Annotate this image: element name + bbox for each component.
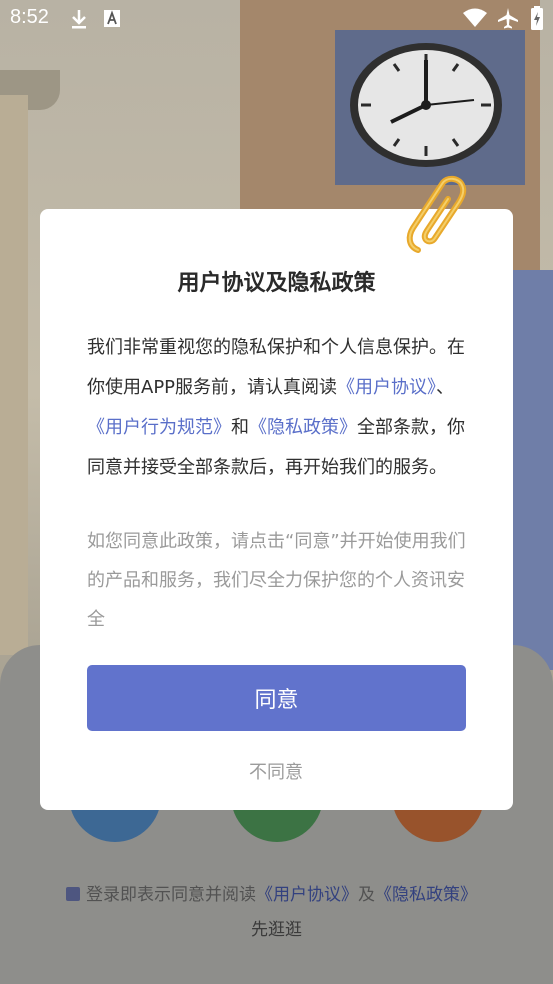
battery-charging-icon — [531, 6, 543, 30]
wifi-icon — [463, 8, 487, 27]
text-a-icon — [104, 10, 120, 27]
browse-button[interactable]: 先逛逛 — [0, 915, 553, 940]
disagree-button[interactable]: 不同意 — [176, 756, 376, 786]
privacy-policy-link[interactable]: 《隐私政策》 — [249, 417, 357, 438]
user-agreement-link[interactable]: 《用户协议》 — [337, 377, 436, 398]
airplane-icon — [498, 8, 518, 29]
agreement-prefix: 登录即表示同意并阅读 — [86, 885, 256, 905]
footer-privacy-link[interactable]: 《隐私政策》 — [375, 885, 477, 905]
screen: 8:52 用户协议及隐私政策 我们非常重视您的隐私保护和个人信息保护。在你使用A… — [0, 0, 553, 984]
dialog-title: 用户协议及隐私政策 — [177, 271, 376, 296]
paperclip-icon — [406, 175, 467, 253]
status-bar: 8:52 — [0, 0, 553, 38]
dialog-body: 我们非常重视您的隐私保护和个人信息保护。在你使用APP服务前，请认真阅读《用户协… — [87, 328, 469, 488]
body-separator-2: 和 — [231, 417, 249, 438]
dialog-note: 如您同意此政策，请点击“同意”并开始使用我们的产品和服务，我们尽全力保护您的个人… — [87, 531, 466, 630]
user-conduct-link[interactable]: 《用户行为规范》 — [87, 417, 231, 438]
status-time: 8:52 — [10, 6, 49, 28]
login-agreement-line: 登录即表示同意并阅读《用户协议》及《隐私政策》 — [66, 880, 526, 906]
agreement-checkbox[interactable] — [66, 887, 80, 901]
agree-button[interactable]: 同意 — [87, 665, 466, 731]
footer-and: 及 — [358, 885, 375, 905]
footer-user-agreement-link[interactable]: 《用户协议》 — [256, 885, 358, 905]
download-icon — [72, 10, 86, 29]
body-separator-1: 、 — [436, 377, 455, 398]
